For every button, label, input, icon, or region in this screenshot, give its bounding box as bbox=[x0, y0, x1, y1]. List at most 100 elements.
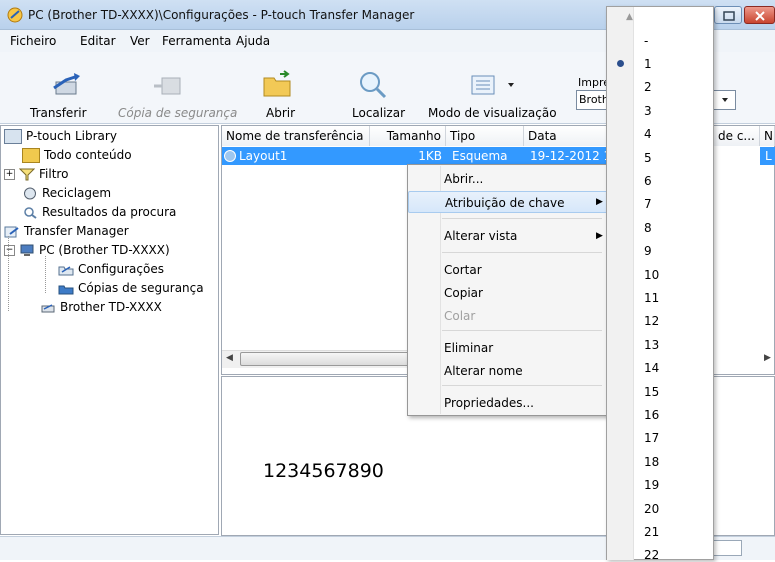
key-option-16[interactable]: 16 bbox=[644, 408, 659, 422]
menu-item-cut[interactable]: Cortar bbox=[408, 259, 608, 281]
menu-item-change-view[interactable]: Alterar vista bbox=[408, 225, 608, 247]
key-option-21[interactable]: 21 bbox=[644, 525, 659, 539]
column-header-date[interactable]: Data bbox=[524, 126, 608, 146]
find-button[interactable]: Localizar bbox=[352, 106, 405, 120]
row-date: 19-12-2012 15 bbox=[530, 149, 608, 163]
key-option-4[interactable]: 4 bbox=[644, 127, 652, 141]
key-option-17[interactable]: 17 bbox=[644, 431, 659, 445]
layout-file-icon bbox=[224, 150, 236, 162]
view-mode-icon[interactable] bbox=[470, 70, 514, 100]
column-header-n[interactable]: N bbox=[760, 126, 775, 146]
column-header-name[interactable]: Nome de transferência bbox=[222, 126, 370, 146]
column-header-type[interactable]: Tipo bbox=[446, 126, 524, 146]
key-option-2[interactable]: 2 bbox=[644, 80, 652, 94]
preview-text: 1234567890 bbox=[263, 460, 384, 482]
scrollbar-thumb[interactable] bbox=[240, 352, 410, 366]
transfer-manager-icon bbox=[4, 225, 20, 238]
key-option-8[interactable]: 8 bbox=[644, 221, 652, 235]
key-option-1[interactable]: 1 bbox=[644, 57, 652, 71]
menu-separator bbox=[442, 252, 602, 253]
tree-label: Resultados da procura bbox=[42, 205, 177, 219]
key-option-5[interactable]: 5 bbox=[644, 151, 652, 165]
key-option-6[interactable]: 6 bbox=[644, 174, 652, 188]
menu-ajuda[interactable]: Ajuda bbox=[236, 34, 270, 48]
tree-connector bbox=[8, 236, 9, 311]
key-option-10[interactable]: 10 bbox=[644, 268, 659, 282]
expand-plus-icon[interactable]: + bbox=[4, 168, 15, 180]
key-option-19[interactable]: 19 bbox=[644, 478, 659, 492]
folder-icon bbox=[22, 147, 40, 163]
tree-label: Todo conteúdo bbox=[44, 148, 132, 162]
key-option-18[interactable]: 18 bbox=[644, 455, 659, 469]
menu-ficheiro[interactable]: Ficheiro bbox=[10, 34, 56, 48]
key-option-11[interactable]: 11 bbox=[644, 291, 659, 305]
key-option-20[interactable]: 20 bbox=[644, 502, 659, 516]
row-name: Layout1 bbox=[239, 149, 288, 163]
app-icon bbox=[6, 6, 24, 24]
tree-label: Reciclagem bbox=[42, 186, 112, 200]
tree-item-settings[interactable]: Configurações bbox=[58, 260, 164, 278]
scroll-left-icon[interactable]: ◀ bbox=[226, 353, 233, 363]
menu-separator bbox=[442, 330, 602, 331]
menu-item-rename[interactable]: Alterar nome bbox=[408, 360, 608, 382]
tree-item-library[interactable]: P-touch Library bbox=[4, 127, 117, 145]
status-field bbox=[712, 540, 742, 556]
backup-icon bbox=[152, 70, 184, 100]
menu-item-properties[interactable]: Propriedades... bbox=[408, 392, 608, 414]
collapse-minus-icon[interactable]: − bbox=[4, 244, 15, 256]
tree-label: Filtro bbox=[39, 167, 69, 181]
tree-label: Brother TD-XXXX bbox=[60, 300, 162, 314]
tree-label: P-touch Library bbox=[26, 129, 117, 143]
open-folder-icon[interactable] bbox=[262, 70, 294, 100]
menu-item-paste: Colar bbox=[444, 309, 476, 323]
transfer-icon[interactable] bbox=[50, 70, 82, 100]
key-option-none[interactable]: - bbox=[644, 34, 648, 48]
close-button[interactable] bbox=[744, 6, 775, 24]
tree-item-filter[interactable]: + Filtro bbox=[4, 165, 68, 183]
key-option-9[interactable]: 9 bbox=[644, 244, 652, 258]
menu-item-label: Atribuição de chave bbox=[445, 196, 565, 210]
filter-icon bbox=[18, 168, 36, 181]
menu-separator bbox=[442, 218, 602, 219]
transfer-button[interactable]: Transferir bbox=[30, 106, 87, 120]
computer-icon bbox=[19, 244, 35, 257]
menu-item-delete[interactable]: Eliminar bbox=[408, 337, 608, 359]
menu-ferramenta[interactable]: Ferramenta bbox=[162, 34, 231, 48]
scroll-right-icon[interactable]: ▶ bbox=[764, 353, 771, 363]
key-option-7[interactable]: 7 bbox=[644, 197, 652, 211]
tree-item-recycle[interactable]: Reciclagem bbox=[22, 184, 111, 202]
open-button[interactable]: Abrir bbox=[266, 106, 295, 120]
submenu-arrow-icon: ▶ bbox=[596, 231, 603, 241]
backup-button: Cópia de segurança bbox=[118, 106, 238, 120]
tree-label: Transfer Manager bbox=[24, 224, 129, 238]
key-option-12[interactable]: 12 bbox=[644, 314, 659, 328]
menu-item-copy[interactable]: Copiar bbox=[408, 282, 608, 304]
backup-folder-icon bbox=[58, 282, 74, 295]
key-option-3[interactable]: 3 bbox=[644, 104, 652, 118]
column-header-extra[interactable]: de c... bbox=[714, 126, 760, 146]
scroll-up-icon[interactable]: ▲ bbox=[626, 12, 633, 22]
view-mode-button[interactable]: Modo de visualização bbox=[428, 106, 557, 120]
settings-folder-icon bbox=[58, 263, 74, 276]
tree-item-all-content[interactable]: Todo conteúdo bbox=[22, 146, 132, 164]
tree-item-device[interactable]: Brother TD-XXXX bbox=[40, 298, 162, 316]
recycle-bin-icon bbox=[22, 187, 38, 200]
key-option-15[interactable]: 15 bbox=[644, 385, 659, 399]
printer-icon bbox=[40, 301, 56, 314]
tree-item-transfer-manager[interactable]: Transfer Manager bbox=[4, 222, 129, 240]
row-size: 1KB bbox=[418, 149, 442, 163]
key-option-13[interactable]: 13 bbox=[644, 338, 659, 352]
column-header-size[interactable]: Tamanho bbox=[370, 126, 446, 146]
tree-item-pc[interactable]: − PC (Brother TD-XXXX) bbox=[4, 241, 170, 259]
menu-item-assign-key[interactable]: Atribuição de chave bbox=[408, 191, 608, 213]
menu-editar[interactable]: Editar bbox=[80, 34, 116, 48]
tree-item-backups[interactable]: Cópias de segurança bbox=[58, 279, 204, 297]
maximize-button[interactable] bbox=[714, 6, 742, 24]
key-list-gutter bbox=[607, 7, 634, 560]
tree-item-search-results[interactable]: Resultados da procura bbox=[22, 203, 176, 221]
find-magnifier-icon[interactable] bbox=[356, 70, 388, 100]
menu-ver[interactable]: Ver bbox=[130, 34, 150, 48]
menu-item-open[interactable]: Abrir... bbox=[408, 168, 608, 190]
menu-separator bbox=[442, 385, 602, 386]
key-option-14[interactable]: 14 bbox=[644, 361, 659, 375]
